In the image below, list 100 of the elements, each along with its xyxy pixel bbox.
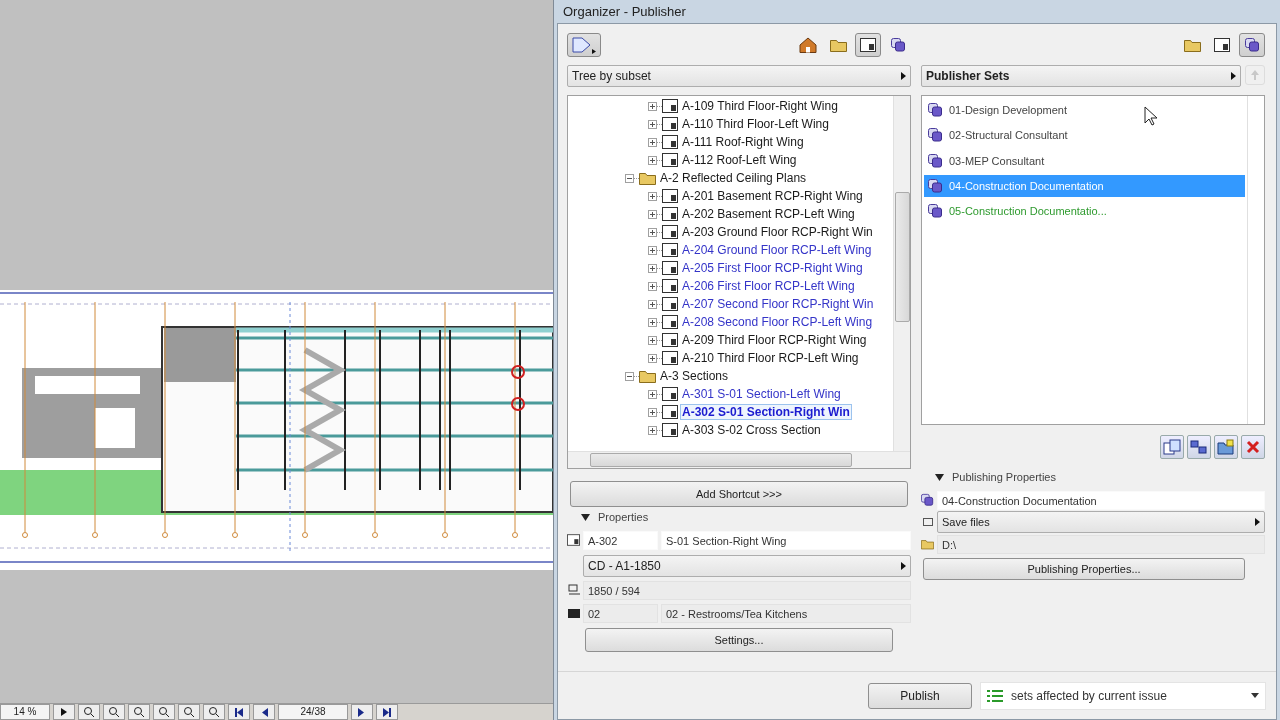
play-button[interactable] — [53, 704, 75, 720]
action-button[interactable] — [1187, 435, 1211, 459]
expand-icon[interactable] — [648, 389, 657, 399]
toolbar-button[interactable] — [178, 704, 200, 720]
toolbar-button[interactable] — [103, 704, 125, 720]
publisher-set-item[interactable]: 05-Construction Documentatio... — [924, 200, 1245, 223]
expand-icon[interactable] — [648, 155, 657, 165]
view-button[interactable] — [855, 33, 881, 57]
section-title: Properties — [598, 511, 649, 523]
collapse-triangle-icon[interactable] — [581, 512, 590, 522]
page-field[interactable]: 24/38 — [278, 704, 348, 720]
tree-item[interactable]: A-110 Third Floor-Left Wing — [681, 117, 830, 131]
publisher-set-item[interactable]: 02-Structural Consultant — [924, 124, 1245, 147]
publishing-properties-button[interactable]: Publishing Properties... — [923, 558, 1245, 580]
sheet-icon — [662, 261, 678, 275]
path-field[interactable]: D:\ — [937, 534, 1265, 554]
list-icon — [987, 688, 1003, 703]
tree-item[interactable]: A-203 Ground Floor RCP-Right Win — [681, 225, 874, 239]
navigation-button[interactable] — [376, 704, 398, 720]
collapse-icon[interactable] — [625, 371, 634, 381]
action-button[interactable] — [1241, 435, 1265, 459]
tree-item[interactable]: A-302 S-01 Section-Right Win — [681, 405, 851, 419]
toolbar-button[interactable] — [153, 704, 175, 720]
tree-item[interactable]: A-201 Basement RCP-Right Wing — [681, 189, 864, 203]
dropdown-arrow-icon[interactable] — [1231, 72, 1236, 80]
dropdown-arrow-icon[interactable] — [901, 562, 906, 570]
zoom-icon — [83, 706, 95, 718]
tree-item[interactable]: A-207 Second Floor RCP-Right Win — [681, 297, 875, 311]
linked-squares-icon — [1190, 439, 1208, 455]
publisher-set-item[interactable]: 01-Design Development — [924, 99, 1245, 121]
sheet-icon — [662, 243, 678, 257]
view-mode-dropdown[interactable]: Tree by subset — [567, 65, 911, 87]
sheet-icon — [662, 333, 678, 347]
expand-icon[interactable] — [648, 407, 657, 417]
dropdown-arrow-icon[interactable] — [1255, 518, 1260, 526]
settings-button[interactable]: Settings... — [585, 628, 893, 652]
id-field[interactable]: A-302 — [583, 530, 658, 550]
action-button[interactable] — [1160, 435, 1184, 459]
collapse-triangle-icon[interactable] — [935, 472, 944, 482]
tree-item[interactable]: A-303 S-02 Cross Section — [681, 423, 822, 437]
dropdown-arrow-icon[interactable] — [901, 72, 906, 80]
set-name-field[interactable]: 04-Construction Documentation — [937, 490, 1265, 510]
tree-item[interactable]: A-202 Basement RCP-Left Wing — [681, 207, 856, 221]
toolbar-button[interactable] — [128, 704, 150, 720]
section-title: Publishing Properties — [952, 471, 1056, 483]
navigation-button[interactable] — [253, 704, 275, 720]
navigation-button[interactable] — [228, 704, 250, 720]
expand-icon[interactable] — [648, 245, 657, 255]
vertical-scrollbar[interactable] — [893, 96, 910, 451]
expand-icon[interactable] — [648, 335, 657, 345]
tree-item[interactable]: A-209 Third Floor RCP-Right Wing — [681, 333, 868, 347]
publisher-sets-dropdown[interactable]: Publisher Sets — [921, 65, 1241, 87]
tree-item[interactable]: A-204 Ground Floor RCP-Left Wing — [681, 243, 873, 257]
tree-item[interactable]: A-206 First Floor RCP-Left Wing — [681, 279, 856, 293]
expand-icon[interactable] — [648, 101, 657, 111]
expand-icon[interactable] — [648, 317, 657, 327]
dimensions-icon — [567, 584, 580, 596]
layout-dropdown[interactable]: CD - A1-1850 — [583, 555, 911, 577]
expand-icon[interactable] — [648, 227, 657, 237]
tree-item[interactable]: A-210 Third Floor RCP-Left Wing — [681, 351, 860, 365]
filter-dropdown[interactable]: sets affected by current issue — [980, 681, 1266, 710]
expand-icon[interactable] — [648, 137, 657, 147]
tree-item[interactable]: A-109 Third Floor-Right Wing — [681, 99, 839, 113]
zoom-field[interactable]: 14 % — [0, 704, 50, 720]
tree-item[interactable]: A-205 First Floor RCP-Right Wing — [681, 261, 864, 275]
publish-button[interactable]: Publish — [868, 682, 972, 709]
tree-item[interactable]: A-208 Second Floor RCP-Left Wing — [681, 315, 874, 329]
tree-item[interactable]: A-3 Sections — [659, 369, 730, 383]
toolbar-button[interactable] — [78, 704, 100, 720]
expand-icon[interactable] — [648, 191, 657, 201]
sheet-icon — [662, 315, 678, 329]
view-button[interactable] — [1239, 33, 1265, 57]
subset-id-field[interactable]: 02 — [583, 603, 658, 623]
new-button[interactable] — [567, 33, 601, 57]
expand-icon[interactable] — [648, 425, 657, 435]
collapse-icon[interactable] — [625, 173, 634, 183]
expand-icon[interactable] — [648, 353, 657, 363]
publisher-set-item[interactable]: 03-MEP Consultant — [924, 149, 1245, 172]
sheet-icon — [662, 423, 678, 437]
folder-plus-icon — [1217, 439, 1235, 455]
expand-icon[interactable] — [648, 263, 657, 273]
tree-item[interactable]: A-112 Roof-Left Wing — [681, 153, 798, 167]
tree-item[interactable]: A-301 S-01 Section-Left Wing — [681, 387, 842, 401]
delete-icon — [1246, 440, 1260, 454]
expand-icon[interactable] — [648, 119, 657, 129]
toolbar-button[interactable] — [203, 704, 225, 720]
add-shortcut-button[interactable]: Add Shortcut >>> — [570, 481, 908, 507]
name-field[interactable]: S-01 Section-Right Wing — [661, 530, 911, 550]
tree-item[interactable]: A-111 Roof-Right Wing — [681, 135, 805, 149]
folder-icon — [639, 369, 656, 383]
publish-mode-dropdown[interactable]: Save files — [937, 511, 1265, 533]
expand-icon[interactable] — [648, 209, 657, 219]
navigation-button[interactable] — [351, 704, 373, 720]
tree-item[interactable]: A-2 Reflected Ceiling Plans — [659, 171, 808, 185]
sets-icon — [928, 153, 943, 168]
sets-icon — [928, 128, 943, 143]
action-button[interactable] — [1214, 435, 1238, 459]
horizontal-scrollbar[interactable] — [568, 451, 910, 468]
expand-icon[interactable] — [648, 299, 657, 309]
expand-icon[interactable] — [648, 281, 657, 291]
